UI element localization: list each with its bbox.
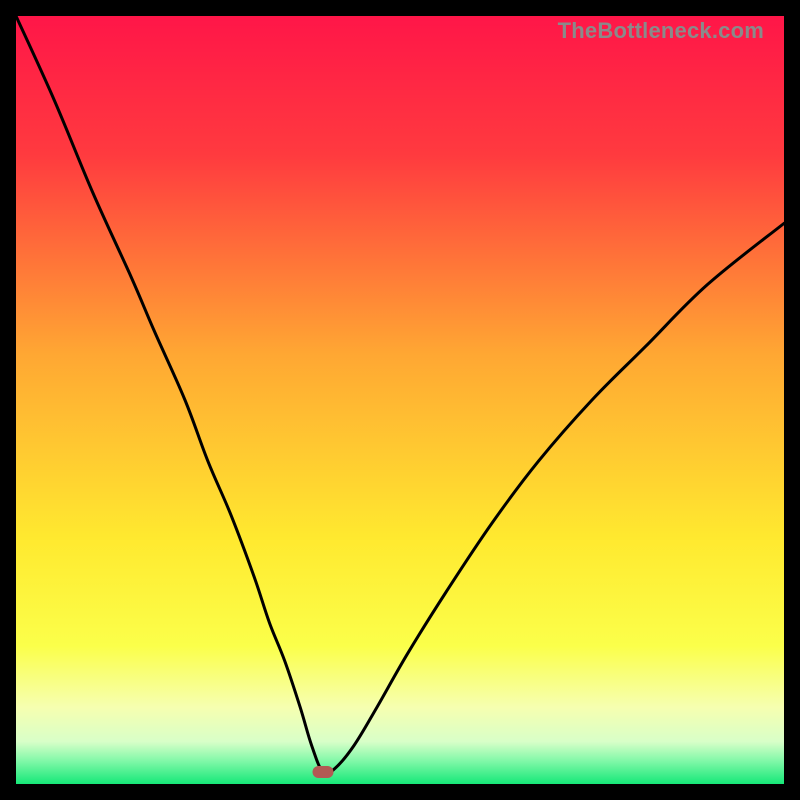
bottleneck-curve bbox=[16, 16, 784, 784]
plot-area: TheBottleneck.com bbox=[16, 16, 784, 784]
optimal-point-marker bbox=[313, 766, 334, 778]
watermark-text: TheBottleneck.com bbox=[558, 18, 764, 44]
chart-frame: TheBottleneck.com bbox=[0, 0, 800, 800]
